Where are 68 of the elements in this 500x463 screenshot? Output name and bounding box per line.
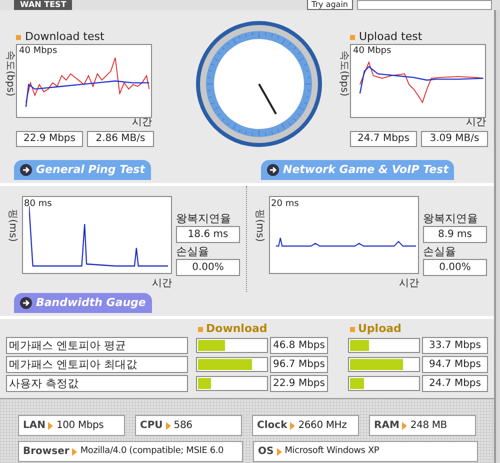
triangle-icon [402,422,408,430]
bullet-icon [350,326,355,332]
section-tab[interactable]: General Ping Test [14,160,151,180]
axis-label: 핑(ms) [6,209,19,242]
max-label: 40 Mbps [353,47,392,56]
stat-label: 손실율 [176,245,210,259]
arrow-icon [20,297,32,309]
value-field: 94.7 Mbps [422,356,488,373]
row-label: 사용자 측정값 [6,375,188,392]
max-label: 40 Mbps [19,47,58,56]
max-label: 20 ms [271,200,299,209]
axis-label: 속도(bps) [4,50,16,96]
section-tab[interactable]: Network Game & VoIP Test [261,160,454,180]
triangle-icon [166,422,171,430]
bullet-icon [16,34,21,40]
triangle-icon [48,422,54,430]
chart-title: Upload test [359,28,422,45]
info-label: CPU [140,419,163,433]
info-label: Clock [257,419,288,433]
loss-field: 0.00% [423,259,487,276]
reading-field: 3.09 MB/s [421,131,488,147]
info-label: RAM [374,419,400,433]
triangle-icon [290,422,296,430]
stat-label: 왕복지연율 [423,212,479,226]
info-label: OS [258,445,274,459]
reading-field: 24.7 Mbps [350,131,417,147]
latency-field: 18.6 ms [176,226,240,243]
window-title: WAN TEST [14,0,72,10]
chart-title: Download test [25,28,104,45]
column-header: Upload [358,320,402,337]
stat-label: 왕복지연율 [176,212,232,226]
axis-label: 시간 [132,118,152,130]
max-label: 80 ms [24,200,52,209]
arrow-icon [20,164,32,176]
value-field: 96.7 Mbps [270,356,328,373]
reading-field: 2.86 MB/s [87,131,154,147]
section-tab[interactable]: Bandwidth Gauge [14,293,152,313]
triangle-icon [72,448,78,456]
latency-field: 8.9 ms [423,226,487,243]
bullet-icon [350,34,355,40]
info-value: Mozilla/4.0 (compatible; MSIE 6.0 [80,444,224,458]
info-value: 100 Mbps [56,419,104,433]
info-value: 2660 MHz [298,419,347,433]
value-field: 46.8 Mbps [270,337,328,354]
value-field: 22.9 Mbps [270,375,328,392]
top-button[interactable] [357,0,492,10]
value-field: 33.7 Mbps [422,337,488,354]
axis-label: 시간 [399,277,419,291]
try-again-button[interactable]: Try again [306,0,353,10]
axis-label: 속도(bps) [338,50,350,96]
info-value: 248 MB [410,419,447,433]
reading-field: 22.9 Mbps [16,131,83,147]
loss-field: 0.00% [176,259,240,276]
info-value: 586 [174,419,192,433]
row-label: 메가패스 엔토피아 평균 [6,337,188,354]
axis-label: 시간 [152,277,172,291]
axis-label: 시간 [466,118,486,130]
triangle-icon [276,448,282,456]
axis-label: 핑(ms) [252,209,266,242]
info-label: LAN [23,419,46,433]
info-value: Microsoft Windows XP [284,444,380,458]
value-field: 24.7 Mbps [422,375,488,392]
stat-label: 손실율 [423,245,457,259]
row-label: 메가패스 엔토피아 최대값 [6,356,188,373]
info-label: Browser [23,445,70,459]
arrow-icon [267,164,279,176]
bullet-icon [198,326,203,332]
column-header: Download [206,320,268,337]
